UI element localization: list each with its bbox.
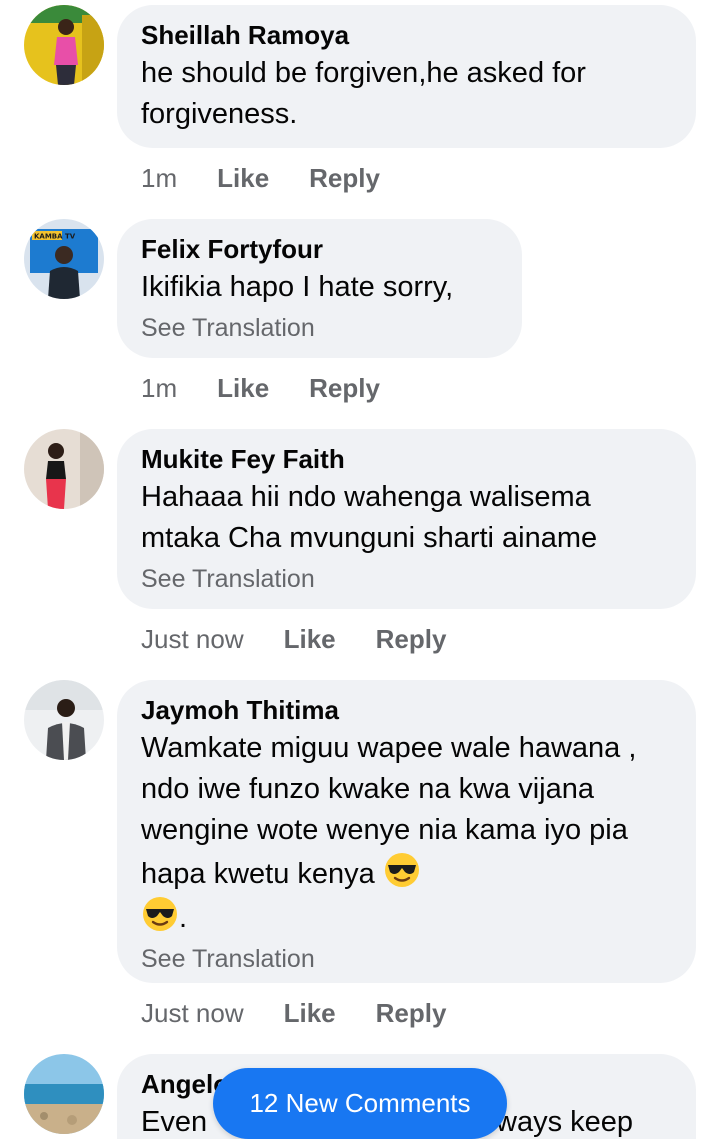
comment-bubble: Sheillah Ramoya he should be forgiven,he… — [117, 5, 696, 148]
avatar-photo-icon — [24, 5, 104, 85]
like-button[interactable]: Like — [284, 624, 336, 654]
smiling-face-with-sunglasses-icon — [384, 853, 419, 887]
comment-author[interactable]: Felix Fortyfour — [141, 233, 498, 265]
comment-actions: Just now Like Reply — [141, 993, 446, 1033]
comment-text: Hahaaa hii ndo wahenga walisema mtaka Ch… — [141, 481, 598, 554]
comment-time[interactable]: Just now — [141, 624, 244, 654]
comment-text-body: Even — [141, 1106, 208, 1138]
comment-author[interactable]: Mukite Fey Faith — [141, 443, 672, 475]
comment-actions: Just now Like Reply — [141, 619, 446, 659]
comment-text: he should be forgiven,he asked for forgi… — [141, 57, 586, 130]
new-comments-button[interactable]: 12 New Comments — [213, 1068, 507, 1139]
reply-button[interactable]: Reply — [376, 624, 447, 654]
comment-text: Wamkate miguu wapee wale hawana , ndo iw… — [141, 728, 672, 939]
like-button[interactable]: Like — [217, 163, 269, 193]
comment-bubble: Mukite Fey Faith Hahaaa hii ndo wahenga … — [117, 429, 696, 609]
comment-actions: 1m Like Reply — [141, 158, 380, 198]
comment-actions: 1m Like Reply — [141, 368, 380, 408]
reply-button[interactable]: Reply — [376, 998, 447, 1028]
comment-time[interactable]: 1m — [141, 373, 177, 403]
see-translation-link[interactable]: See Translation — [141, 941, 672, 977]
avatar-photo-icon — [24, 429, 104, 509]
avatar-photo-icon — [24, 1054, 104, 1134]
comment-time[interactable]: 1m — [141, 163, 177, 193]
comment-author[interactable]: Jaymoh Thitima — [141, 694, 672, 726]
like-button[interactable]: Like — [217, 373, 269, 403]
like-button[interactable]: Like — [284, 998, 336, 1028]
comment-text-tail: ways keep — [496, 1106, 634, 1138]
comments-page: Sheillah Ramoya he should be forgiven,he… — [0, 0, 719, 1139]
comment-author[interactable]: Sheillah Ramoya — [141, 19, 672, 51]
avatar-photo-icon — [24, 680, 104, 760]
avatar[interactable] — [24, 429, 104, 509]
comment-text: Ikifikia hapo I hate sorry, — [141, 271, 454, 303]
avatar[interactable] — [24, 5, 104, 85]
avatar-photo-icon: KAMBA TV — [24, 219, 104, 299]
comment-bubble: Jaymoh Thitima Wamkate miguu wapee wale … — [117, 680, 696, 983]
avatar-caption: KAMBA TV — [34, 233, 76, 241]
see-translation-link[interactable]: See Translation — [141, 561, 672, 597]
reply-button[interactable]: Reply — [309, 373, 380, 403]
comment-bubble: Felix Fortyfour Ikifikia hapo I hate sor… — [117, 219, 522, 358]
avatar[interactable]: KAMBA TV — [24, 219, 104, 299]
comment-text-tail: . — [179, 902, 188, 934]
see-translation-link[interactable]: See Translation — [141, 310, 498, 346]
smiling-face-with-sunglasses-icon — [143, 897, 177, 931]
avatar[interactable] — [24, 1054, 104, 1134]
reply-button[interactable]: Reply — [309, 163, 380, 193]
comment-time[interactable]: Just now — [141, 998, 244, 1028]
avatar[interactable] — [24, 680, 104, 760]
